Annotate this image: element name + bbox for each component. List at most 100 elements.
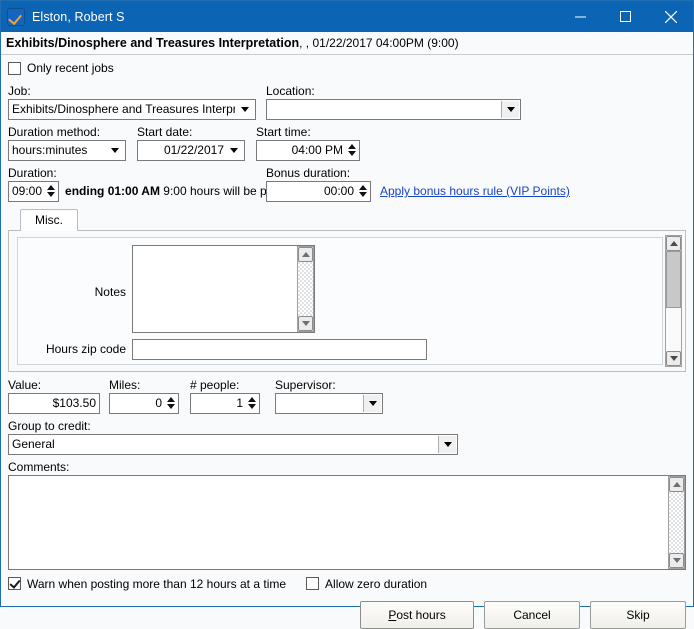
bonus-duration-group: Bonus duration: 00:00 Apply bonus hours …: [266, 166, 570, 202]
people-stepper[interactable]: 1: [190, 393, 260, 414]
start-date-picker[interactable]: 01/22/2017: [137, 140, 245, 161]
tab-control: Misc. Notes: [8, 209, 686, 372]
chevron-down-icon: [106, 141, 123, 160]
scroll-down-button[interactable]: [666, 351, 681, 366]
people-label: # people:: [190, 378, 270, 393]
spinner-up-down-icon[interactable]: [345, 142, 358, 159]
maximize-button[interactable]: [603, 1, 648, 32]
hours-zip-row: Hours zip code: [18, 333, 662, 360]
scroll-down-button[interactable]: [298, 316, 313, 331]
action-buttons: Post hours Cancel Skip: [8, 601, 686, 629]
start-date-value: 01/22/2017: [164, 143, 224, 157]
job-group: Job: Exhibits/Dinosphere and Treasures I…: [8, 84, 258, 120]
apply-bonus-hours-rule-link[interactable]: Apply bonus hours rule (VIP Points): [380, 184, 570, 198]
location-label: Location:: [266, 84, 526, 99]
tab-strip: Misc.: [8, 209, 686, 231]
job-combo[interactable]: Exhibits/Dinosphere and Treasures Interp…: [8, 99, 256, 120]
spinner-up-down-icon[interactable]: [356, 183, 369, 200]
notes-text[interactable]: [133, 246, 297, 332]
notes-textarea[interactable]: [132, 245, 315, 333]
scroll-track[interactable]: [666, 251, 681, 351]
miles-stepper[interactable]: 0: [109, 393, 179, 414]
notes-row: Notes: [18, 238, 662, 333]
shield-check-icon: [8, 9, 24, 25]
job-label: Job:: [8, 84, 258, 99]
duration-group: Duration: 09:00 ending 01:00 AM 9:00 hou…: [8, 166, 258, 202]
duration-method-combo[interactable]: hours:minutes: [8, 140, 126, 161]
tab-misc[interactable]: Misc.: [20, 209, 78, 231]
comments-label: Comments:: [8, 460, 686, 475]
chevron-down-icon: [501, 101, 519, 118]
people-group: # people: 1: [190, 378, 270, 414]
post-hours-button[interactable]: Post hours: [360, 601, 474, 629]
record-header-meta: , , 01/22/2017 04:00PM (9:00): [299, 36, 458, 50]
title-bar: Elston, Robert S: [1, 1, 693, 32]
checkbox-box: [8, 577, 21, 590]
comments-text[interactable]: [9, 476, 668, 569]
comments-textarea[interactable]: [8, 475, 686, 570]
comments-scrollbar[interactable]: [668, 476, 685, 569]
duration-ending-text: ending 01:00 AM: [65, 184, 160, 198]
value-input[interactable]: $103.50: [8, 393, 100, 414]
notes-scrollbar[interactable]: [297, 246, 314, 332]
minimize-button[interactable]: [558, 1, 603, 32]
start-time-group: Start time: 04:00 PM: [256, 125, 366, 161]
value-label: Value:: [8, 378, 104, 393]
tab-panel-misc: Notes Hours zip code: [8, 230, 686, 372]
duration-label: Duration:: [8, 166, 258, 181]
start-date-group: Start date: 01/22/2017: [137, 125, 249, 161]
value-amount: $103.50: [53, 396, 96, 410]
supervisor-label: Supervisor:: [275, 378, 387, 393]
warn-posting-checkbox[interactable]: Warn when posting more than 12 hours at …: [8, 577, 286, 591]
post-hours-dialog: Elston, Robert S Exhibits/Dinosphere and…: [0, 0, 694, 607]
scroll-thumb[interactable]: [666, 251, 681, 308]
scroll-down-button[interactable]: [669, 553, 684, 568]
bonus-duration-label: Bonus duration:: [266, 166, 570, 181]
duration-method-group: Duration method: hours:minutes: [8, 125, 130, 161]
duration-stepper[interactable]: 09:00: [8, 181, 59, 202]
value-group: Value: $103.50: [8, 378, 104, 414]
location-combo[interactable]: [266, 99, 521, 120]
hours-zip-code-label: Hours zip code: [18, 342, 132, 356]
only-recent-jobs-checkbox[interactable]: Only recent jobs: [8, 61, 114, 75]
start-time-value: 04:00 PM: [292, 143, 343, 157]
job-location-row: Job: Exhibits/Dinosphere and Treasures I…: [8, 84, 686, 120]
chevron-down-icon: [236, 100, 253, 119]
scroll-up-button[interactable]: [666, 236, 681, 251]
bonus-duration-stepper[interactable]: 00:00: [266, 181, 371, 202]
allow-zero-duration-checkbox[interactable]: Allow zero duration: [306, 577, 427, 591]
value-miles-people-row: Value: $103.50 Miles: 0 # people: 1: [8, 378, 686, 414]
spinner-up-down-icon[interactable]: [44, 183, 57, 200]
scroll-up-button[interactable]: [298, 247, 313, 262]
spinner-up-down-icon[interactable]: [245, 395, 258, 412]
scroll-track[interactable]: [298, 262, 313, 316]
group-to-credit-combo[interactable]: General: [8, 434, 458, 455]
post-hours-accelerator: P: [388, 608, 396, 622]
start-date-label: Start date:: [137, 125, 249, 140]
bonus-duration-value: 00:00: [324, 184, 354, 198]
group-to-credit-group: Group to credit: General: [8, 419, 686, 455]
start-time-label: Start time:: [256, 125, 366, 140]
start-time-stepper[interactable]: 04:00 PM: [256, 140, 360, 161]
misc-panel-content: Notes Hours zip code: [17, 237, 663, 365]
chevron-down-icon: [438, 436, 456, 453]
skip-button[interactable]: Skip: [590, 601, 686, 629]
group-to-credit-label: Group to credit:: [8, 419, 686, 434]
only-recent-jobs-row: Only recent jobs: [8, 61, 686, 78]
options-row: Warn when posting more than 12 hours at …: [8, 577, 686, 591]
window-controls: [558, 1, 693, 32]
spinner-up-down-icon[interactable]: [164, 395, 177, 412]
supervisor-combo[interactable]: [275, 393, 383, 414]
group-to-credit-value: General: [12, 437, 55, 451]
cancel-button[interactable]: Cancel: [484, 601, 580, 629]
location-group: Location:: [266, 84, 526, 120]
record-header: Exhibits/Dinosphere and Treasures Interp…: [1, 32, 693, 55]
scroll-track[interactable]: [669, 492, 684, 553]
close-button[interactable]: [648, 1, 693, 32]
method-date-time-row: Duration method: hours:minutes Start dat…: [8, 125, 686, 161]
hours-zip-code-input[interactable]: [132, 339, 427, 360]
misc-panel-scrollbar[interactable]: [665, 235, 682, 367]
tab-misc-label: Misc.: [35, 213, 63, 227]
skip-label: Skip: [626, 608, 649, 622]
scroll-up-button[interactable]: [669, 477, 684, 492]
